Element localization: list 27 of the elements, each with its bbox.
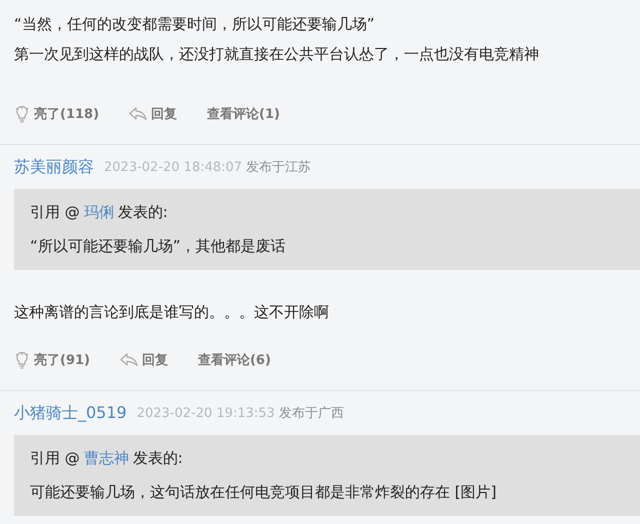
comment-text: “当然，任何的改变都需要时间，所以可能还要输几场” <box>14 14 376 34</box>
quote-suffix: 发表的: <box>132 448 183 468</box>
reply-arrow-icon <box>120 353 138 367</box>
quote-text: 可能还要输几场，这句话放在任何电竞项目都是非常炸裂的存在 [图片] <box>30 483 498 502</box>
quote-label: 引用 @ <box>30 202 80 222</box>
reply-button[interactable]: 回复 <box>120 351 168 369</box>
like-button[interactable]: 亮了(91) <box>14 351 90 369</box>
quoted-user-link[interactable]: 玛俐 <box>84 202 114 222</box>
reply-arrow-icon <box>129 107 148 121</box>
post-time: 2023-02-20 18:48:07 <box>104 160 242 174</box>
author-name[interactable]: 苏美丽颜容 <box>14 156 94 178</box>
view-comments-button[interactable]: 查看评论(6) <box>198 351 271 369</box>
post-location: 发布于广西 <box>278 405 344 422</box>
view-comments-button[interactable]: 查看评论(1) <box>207 105 280 123</box>
like-button[interactable]: 亮了(118) <box>14 105 100 123</box>
lightbulb-icon <box>14 351 30 369</box>
lightbulb-icon <box>14 105 30 123</box>
quoted-user-link[interactable]: 曹志神 <box>84 448 129 468</box>
reply-button[interactable]: 回复 <box>129 105 178 123</box>
comment-text: 这种离谱的言论到底是谁写的。。。这不开除啊 <box>14 302 330 322</box>
post-location: 发布于江苏 <box>246 159 312 176</box>
quote-text: “所以可能还要输几场”，其他都是废话 <box>30 237 287 256</box>
quote-label: 引用 @ <box>30 448 80 468</box>
post-time: 2023-02-20 19:13:53 <box>136 406 275 420</box>
quote-suffix: 发表的: <box>118 202 168 222</box>
comment-text: 第一次见到这样的战队，还没打就直接在公共平台认怂了，一点也没有电竞精神 <box>14 44 540 64</box>
author-name[interactable]: 小猪骑士_0519 <box>14 402 127 424</box>
